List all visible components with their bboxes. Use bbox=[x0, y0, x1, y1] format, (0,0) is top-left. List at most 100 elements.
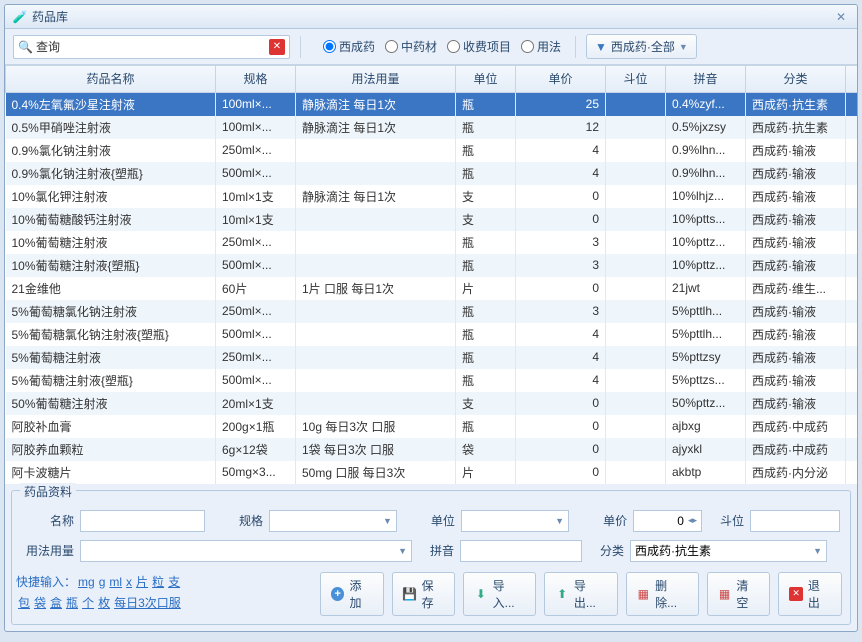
cell-py: akbtp bbox=[666, 461, 746, 484]
combo-cat[interactable]: 西成药·抗生素▼ bbox=[630, 540, 827, 562]
table-row[interactable]: 阿胶养血颗粒6g×12袋1袋 每日3次 口服袋0ajyxkl西成药·中成药 bbox=[6, 438, 859, 461]
exit-button[interactable]: ✕退出 bbox=[778, 572, 842, 616]
delete-button[interactable]: ▦删除... bbox=[626, 572, 699, 616]
col-dou[interactable]: 斗位 bbox=[606, 66, 666, 92]
close-icon[interactable]: ✕ bbox=[833, 9, 849, 25]
search-label: 查询 bbox=[36, 38, 60, 55]
cell-spec: 10ml×1支 bbox=[216, 185, 296, 208]
cell-cat: 西成药·输液 bbox=[746, 185, 846, 208]
table-row[interactable]: 5%葡萄糖注射液250ml×...瓶45%pttzsy西成药·输液 bbox=[6, 346, 859, 369]
cell-price: 4 bbox=[516, 323, 606, 346]
col-price[interactable]: 单价 bbox=[516, 66, 606, 92]
cell-cat: 西成药·内分泌 bbox=[746, 461, 846, 484]
filter-dropdown[interactable]: ▼ 西成药·全部 ▼ bbox=[586, 34, 697, 59]
table-row[interactable]: 21金维他60片1片 口服 每日1次片021jwt西成药·维生... bbox=[6, 277, 859, 300]
cell-spec: 250ml×... bbox=[216, 231, 296, 254]
cell-dou bbox=[606, 461, 666, 484]
table-row[interactable]: 5%葡萄糖氯化钠注射液250ml×...瓶35%pttlh...西成药·输液 bbox=[6, 300, 859, 323]
quick-link[interactable]: mg bbox=[78, 575, 95, 589]
input-dou[interactable] bbox=[750, 510, 840, 532]
cell-cat: 西成药·维生... bbox=[746, 277, 846, 300]
col-spec[interactable]: 规格 bbox=[216, 66, 296, 92]
save-button[interactable]: 💾保存 bbox=[392, 572, 456, 616]
quick-link[interactable]: 枚 bbox=[98, 596, 110, 610]
table-row[interactable]: 10%葡萄糖注射液250ml×...瓶310%pttz...西成药·输液 bbox=[6, 231, 859, 254]
table-row[interactable]: 10%葡萄糖注射液{塑瓶}500ml×...瓶310%pttz...西成药·输液 bbox=[6, 254, 859, 277]
cell-dou bbox=[606, 208, 666, 231]
cell-spec: 250ml×... bbox=[216, 346, 296, 369]
quick-link[interactable]: 盒 bbox=[50, 596, 62, 610]
quick-link[interactable]: 瓶 bbox=[66, 596, 78, 610]
cell-unit: 瓶 bbox=[456, 415, 516, 438]
quick-link[interactable]: 个 bbox=[82, 596, 94, 610]
radio-western[interactable]: 西成药 bbox=[319, 36, 379, 57]
cell-price: 0 bbox=[516, 415, 606, 438]
col-cat[interactable]: 分类 bbox=[746, 66, 846, 92]
cell-dou bbox=[606, 116, 666, 139]
add-button[interactable]: +添加 bbox=[320, 572, 384, 616]
label-spec: 规格 bbox=[211, 512, 263, 529]
cell-usage: 静脉滴注 每日1次 bbox=[296, 116, 456, 139]
table-row[interactable]: 0.5%甲硝唑注射液100ml×...静脉滴注 每日1次瓶120.5%jxzsy… bbox=[6, 116, 859, 139]
radio-herbal[interactable]: 中药材 bbox=[381, 36, 441, 57]
cell-name: 10%葡萄糖酸钙注射液 bbox=[6, 208, 216, 231]
search-box[interactable]: 🔍 查询 ✕ bbox=[13, 35, 290, 59]
label-dou: 斗位 bbox=[708, 512, 744, 529]
search-input[interactable] bbox=[64, 38, 269, 56]
exit-icon: ✕ bbox=[789, 587, 802, 601]
quick-link[interactable]: g bbox=[99, 575, 106, 589]
table-row[interactable]: 阿胶补血膏200g×1瓶10g 每日3次 口服瓶0ajbxg西成药·中成药 bbox=[6, 415, 859, 438]
cell-cat: 西成药·中成药 bbox=[746, 415, 846, 438]
quick-link[interactable]: 包 bbox=[18, 596, 30, 610]
quick-link[interactable]: ml bbox=[109, 575, 122, 589]
quick-link[interactable]: x bbox=[126, 575, 132, 589]
cell-name: 10%葡萄糖注射液 bbox=[6, 231, 216, 254]
table-row[interactable]: 5%葡萄糖氯化钠注射液{塑瓶}500ml×...瓶45%pttlh...西成药·… bbox=[6, 323, 859, 346]
export-button[interactable]: ⬆导出... bbox=[544, 572, 617, 616]
chevron-down-icon: ▼ bbox=[809, 546, 822, 556]
cell-py: 10%ptts... bbox=[666, 208, 746, 231]
table-row[interactable]: 5%葡萄糖注射液{塑瓶}500ml×...瓶45%pttzs...西成药·输液 bbox=[6, 369, 859, 392]
table-row[interactable]: 阿卡波糖片50mg×3...50mg 口服 每日3次片0akbtp西成药·内分泌 bbox=[6, 461, 859, 484]
quick-link[interactable]: 袋 bbox=[34, 596, 46, 610]
cell-py: 0.9%lhn... bbox=[666, 139, 746, 162]
cell-price: 0 bbox=[516, 185, 606, 208]
radio-usage[interactable]: 用法 bbox=[517, 36, 565, 57]
table-row[interactable]: 0.4%左氧氟沙星注射液100ml×...静脉滴注 每日1次瓶250.4%zyf… bbox=[6, 92, 859, 116]
combo-unit[interactable]: ▼ bbox=[461, 510, 569, 532]
input-name[interactable] bbox=[80, 510, 205, 532]
col-name[interactable]: 药品名称 bbox=[6, 66, 216, 92]
table-row[interactable]: 10%葡萄糖酸钙注射液10ml×1支支010%ptts...西成药·输液 bbox=[6, 208, 859, 231]
table-row[interactable]: 10%氯化钾注射液10ml×1支静脉滴注 每日1次支010%lhjz...西成药… bbox=[6, 185, 859, 208]
cell-unit: 瓶 bbox=[456, 300, 516, 323]
clear-button[interactable]: ▦清空 bbox=[707, 572, 771, 616]
radio-fee[interactable]: 收费项目 bbox=[443, 36, 515, 57]
clear-search-icon[interactable]: ✕ bbox=[269, 39, 285, 55]
table-row[interactable]: 0.9%氯化钠注射液250ml×...瓶40.9%lhn...西成药·输液 bbox=[6, 139, 859, 162]
table-header-row: 药品名称 规格 用法用量 单位 单价 斗位 拼音 分类 bbox=[6, 66, 859, 92]
cell-dou bbox=[606, 185, 666, 208]
chevron-down-icon: ▼ bbox=[379, 516, 392, 526]
plus-icon: + bbox=[331, 587, 344, 601]
cell-name: 阿卡波糖片 bbox=[6, 461, 216, 484]
col-usage[interactable]: 用法用量 bbox=[296, 66, 456, 92]
table-row[interactable]: 50%葡萄糖注射液20ml×1支支050%pttz...西成药·输液 bbox=[6, 392, 859, 415]
combo-usage[interactable]: ▼ bbox=[80, 540, 412, 562]
input-py[interactable] bbox=[460, 540, 582, 562]
col-unit[interactable]: 单位 bbox=[456, 66, 516, 92]
combo-spec[interactable]: ▼ bbox=[269, 510, 397, 532]
cell-py: 10%pttz... bbox=[666, 254, 746, 277]
import-button[interactable]: ⬇导入... bbox=[463, 572, 536, 616]
quick-link[interactable]: 支 bbox=[168, 575, 180, 589]
chevron-down-icon: ▼ bbox=[551, 516, 564, 526]
search-icon: 🔍 bbox=[18, 40, 33, 54]
quick-link[interactable]: 每日3次口服 bbox=[114, 596, 181, 610]
quick-link[interactable]: 片 bbox=[136, 575, 148, 589]
spinner-price[interactable]: 0◂▸ bbox=[633, 510, 702, 532]
quick-link[interactable]: 粒 bbox=[152, 575, 164, 589]
window-title: 药品库 bbox=[32, 8, 833, 25]
cell-price: 3 bbox=[516, 300, 606, 323]
cell-dou bbox=[606, 254, 666, 277]
table-row[interactable]: 0.9%氯化钠注射液{塑瓶}500ml×...瓶40.9%lhn...西成药·输… bbox=[6, 162, 859, 185]
col-py[interactable]: 拼音 bbox=[666, 66, 746, 92]
